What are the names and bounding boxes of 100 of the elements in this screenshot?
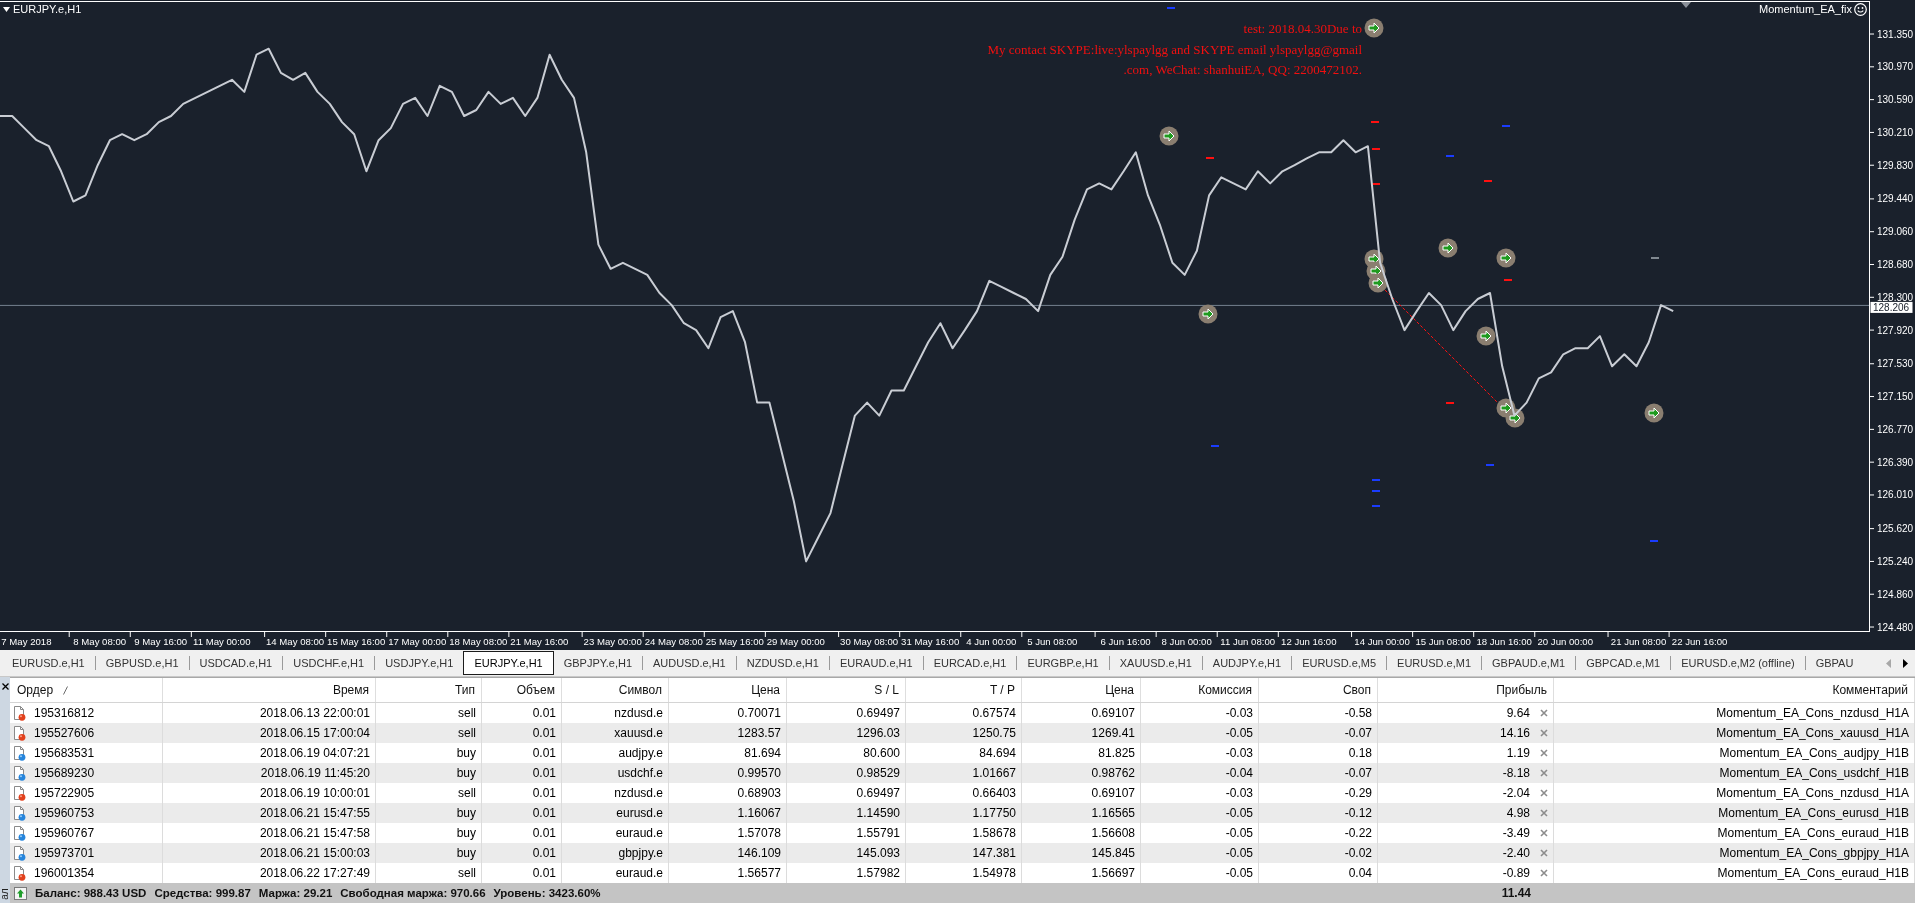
column-header[interactable]: Символ <box>562 678 669 702</box>
ea-comment-line: .com, WeChat: shanhuiEA, QQ: 2200472102. <box>1123 61 1362 79</box>
caret-icon[interactable] <box>3 7 10 12</box>
stop-loss-price: 1.14590 <box>856 806 900 820</box>
order-level-mark <box>1649 540 1659 542</box>
order-row[interactable]: 195973701 2018.06.21 15:00:03 buy 0.01 gbpjpy.e 146.109 145.093 147.381 145.845 -0.05 -0.02 -2.40 Momentum_EA_Cons_gbpjpy_H1A <box>10 843 1915 863</box>
smiley-icon[interactable] <box>1854 3 1867 16</box>
up-arrow-icon[interactable] <box>14 886 27 900</box>
column-header[interactable]: Тип <box>376 678 482 702</box>
chart-tab[interactable]: EURAUD.e,H1 <box>829 652 923 674</box>
open-price: 146.109 <box>737 846 781 860</box>
current-price-label: 128.206 <box>1870 301 1913 313</box>
chart-tab[interactable]: USDCHF.e,H1 <box>283 652 375 674</box>
stop-loss-price: 0.69497 <box>856 706 900 720</box>
price-axis-label: 131.350 <box>1877 28 1914 40</box>
order-document-icon <box>14 745 26 761</box>
terminal-title: ал <box>0 888 10 900</box>
order-row[interactable]: 195689230 2018.06.19 11:45:20 buy 0.01 usdchf.e 0.99570 0.98529 1.01667 0.98762 -0.04 -0.07 -8.18 Momentum_EA_Cons_usdchf_H1B <box>10 763 1915 783</box>
order-type: sell <box>458 706 476 720</box>
chart-tab[interactable]: EURUSD.e,H1 <box>2 652 95 674</box>
open-price: 0.68903 <box>737 786 781 800</box>
column-header[interactable]: Прибыль <box>1378 678 1554 702</box>
time-axis-label: 20 Jun 00:00 <box>1537 636 1593 647</box>
column-header[interactable]: Время <box>163 678 376 702</box>
order-document-icon <box>14 825 26 841</box>
profit-value: 14.16 <box>1499 726 1530 740</box>
chart-tab[interactable]: AUDJPY.e,H1 <box>1202 652 1292 674</box>
column-header[interactable]: T / P <box>906 678 1022 702</box>
column-header[interactable]: Цена <box>669 678 787 702</box>
chart-tab[interactable]: GBPJPY.e,H1 <box>553 652 642 674</box>
open-price: 81.694 <box>744 746 781 760</box>
take-profit-price: 147.381 <box>972 846 1016 860</box>
time-axis-label: 30 May 08:00 <box>840 636 899 647</box>
swap-value: 0.18 <box>1348 746 1372 760</box>
stop-loss-price: 0.69497 <box>856 786 900 800</box>
order-level-mark <box>1371 183 1381 185</box>
close-icon[interactable] <box>1 683 9 690</box>
chart-tab[interactable]: GBPAU <box>1805 652 1864 674</box>
time-axis-label: 31 May 16:00 <box>901 636 960 647</box>
chart-tab[interactable]: GBPCAD.e,M1 <box>1576 652 1671 674</box>
chart-tab[interactable]: USDCAD.e,H1 <box>189 652 283 674</box>
take-profit-price: 0.66403 <box>972 786 1016 800</box>
price-axis-label: 126.390 <box>1877 456 1914 468</box>
profit-value: 4.98 <box>1506 806 1530 820</box>
time-axis-label: 14 Jun 00:00 <box>1354 636 1410 647</box>
swap-value: -0.58 <box>1344 706 1372 720</box>
order-row[interactable]: 195527606 2018.06.15 17:00:04 sell 0.01 xauusd.e 1283.57 1296.03 1250.75 1269.41 -0.05 -0.07 14.16 Momentum_EA_Cons_xauusd_H1A <box>10 723 1915 743</box>
chart-tab[interactable]: GBPUSD.e,H1 <box>95 652 189 674</box>
order-symbol: euraud.e <box>615 826 663 840</box>
chart-tab[interactable]: EURCAD.e,H1 <box>923 652 1017 674</box>
time-axis-label: 29 May 00:00 <box>766 636 825 647</box>
time-axis-label: 8 Jun 00:00 <box>1161 636 1212 647</box>
price-axis-label: 125.240 <box>1877 555 1914 567</box>
chart-shift-icon[interactable] <box>1681 2 1691 8</box>
order-comment: Momentum_EA_Cons_euraud_H1B <box>1717 866 1909 880</box>
order-number: 195960753 <box>34 806 95 820</box>
order-type: sell <box>458 726 476 740</box>
order-level-mark <box>1371 148 1381 150</box>
scroll-right-icon[interactable] <box>1903 658 1908 668</box>
order-document-icon <box>14 865 26 881</box>
order-document-icon <box>14 765 26 781</box>
profit-value: -2.04 <box>1502 786 1530 800</box>
order-time: 2018.06.19 04:07:21 <box>259 746 370 760</box>
order-volume: 0.01 <box>532 806 556 820</box>
chart-tab[interactable]: XAUUSD.e,H1 <box>1109 652 1202 674</box>
swap-value: 0.04 <box>1348 866 1372 880</box>
swap-value: -0.29 <box>1344 786 1372 800</box>
ea-comment-line: My contact SKYPE:live:ylspaylgg and SKYPE email ylspaylgg@gmail <box>987 40 1362 59</box>
open-price: 1283.57 <box>737 726 781 740</box>
take-profit-price: 84.694 <box>979 746 1016 760</box>
stop-loss-price: 145.093 <box>856 846 900 860</box>
profit-value: -2.40 <box>1502 846 1530 860</box>
column-header[interactable]: Цена <box>1022 678 1141 702</box>
column-header[interactable]: Ордер <box>10 678 163 702</box>
commission-value: -0.05 <box>1225 866 1253 880</box>
order-comment: Momentum_EA_Cons_eurusd_H1B <box>1718 806 1909 820</box>
total-profit: 11.44 <box>1501 886 1531 900</box>
chart-tab[interactable]: USDJPY.e,H1 <box>375 652 464 674</box>
chart-tab[interactable]: GBPAUD.e,M1 <box>1482 652 1576 674</box>
chart-tab[interactable]: EURUSD.e,M5 <box>1292 652 1387 674</box>
chart-tab[interactable]: EURUSD.e,M2 (offline) <box>1671 652 1805 674</box>
chart-tab[interactable]: EURGBP.e,H1 <box>1017 652 1109 674</box>
commission-value: -0.05 <box>1225 826 1253 840</box>
column-header[interactable]: S / L <box>787 678 906 702</box>
chart-tab[interactable]: AUDUSD.e,H1 <box>643 652 736 674</box>
order-type: buy <box>456 806 476 820</box>
time-axis-label: 4 Jun 00:00 <box>966 636 1017 647</box>
column-header[interactable]: Комментарий <box>1554 678 1915 702</box>
take-profit-price: 1.58678 <box>972 826 1016 840</box>
order-row[interactable]: 195960753 2018.06.21 15:47:55 buy 0.01 eurusd.e 1.16067 1.14590 1.17750 1.16565 -0.05 -0.12 4.98 Momentum_EA_Cons_eurusd_H1B <box>10 803 1915 823</box>
column-header[interactable]: Своп <box>1259 678 1378 702</box>
chart-tab[interactable]: EURUSD.e,M1 <box>1387 652 1482 674</box>
account-stat: Свободная маржа: 970.66 <box>340 887 486 899</box>
column-header[interactable]: Комиссия <box>1141 678 1259 702</box>
chart-symbol-title: EURJPY.e,H1 <box>13 3 82 16</box>
order-level-mark <box>1503 279 1513 281</box>
column-header[interactable]: Объем <box>482 678 562 702</box>
chart-tab[interactable]: EURJPY.e,H1 <box>463 651 554 675</box>
price-axis-label: 124.860 <box>1877 588 1914 600</box>
chart-tab[interactable]: NZDUSD.e,H1 <box>736 652 829 674</box>
